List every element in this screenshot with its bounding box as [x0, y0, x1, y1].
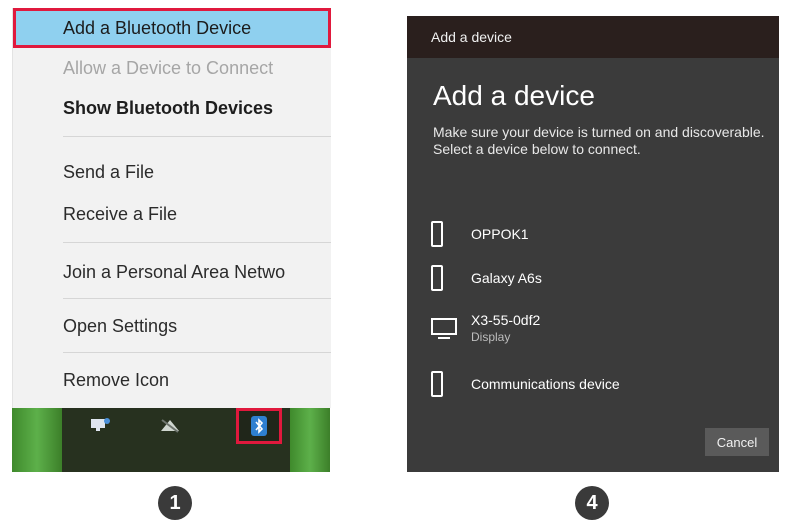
device-item-communications-device[interactable]: Communications device: [431, 364, 761, 404]
device-name: Communications device: [471, 376, 620, 392]
device-name: X3-55-0df2: [471, 312, 541, 328]
device-item-galaxy-a6s[interactable]: Galaxy A6s: [431, 258, 761, 298]
monitor-icon: [431, 317, 457, 339]
desktop-background: [12, 408, 62, 472]
network-icon[interactable]: [156, 414, 184, 436]
menu-separator: [63, 242, 331, 243]
dialog-heading: Add a device: [433, 80, 595, 111]
device-type-label: Display: [471, 330, 511, 344]
menu-separator: [63, 298, 331, 299]
device-name: Galaxy A6s: [471, 270, 542, 286]
menu-item-receive-file[interactable]: Receive a File: [13, 194, 331, 234]
desktop-background: [290, 408, 330, 472]
phone-icon: [431, 265, 443, 291]
network-icon[interactable]: [86, 414, 114, 436]
menu-item-show-bluetooth-devices[interactable]: Show Bluetooth Devices: [13, 88, 331, 128]
phone-icon: [431, 221, 443, 247]
menu-item-open-settings[interactable]: Open Settings: [13, 306, 331, 346]
menu-item-add-bluetooth-device[interactable]: Add a Bluetooth Device: [13, 8, 331, 48]
device-item-x3-55-0df2[interactable]: X3-55-0df2 Display: [431, 308, 761, 348]
menu-item-remove-icon[interactable]: Remove Icon: [13, 360, 331, 400]
dialog-description: Make sure your device is turned on and d…: [433, 124, 765, 157]
device-name: OPPOK1: [471, 226, 529, 242]
menu-separator: [63, 352, 331, 353]
step-number-badge: 1: [158, 486, 192, 520]
step-number-badge: 4: [575, 486, 609, 520]
phone-icon: [431, 371, 443, 397]
menu-item-join-personal-area-network[interactable]: Join a Personal Area Netwo: [13, 252, 331, 292]
add-device-dialog: Add a device Add a device Make sure your…: [407, 16, 779, 472]
dialog-titlebar: Add a device: [407, 16, 779, 58]
menu-item-allow-device-to-connect[interactable]: Allow a Device to Connect: [13, 48, 331, 88]
bluetooth-context-menu: Add a Bluetooth Device Allow a Device to…: [12, 8, 331, 408]
menu-separator: [63, 136, 331, 137]
menu-item-send-file[interactable]: Send a File: [13, 152, 331, 192]
bluetooth-tray-icon[interactable]: [236, 408, 282, 444]
cancel-button[interactable]: Cancel: [705, 428, 769, 456]
device-item-oppok1[interactable]: OPPOK1: [431, 214, 761, 254]
taskbar-tray: [12, 408, 330, 472]
